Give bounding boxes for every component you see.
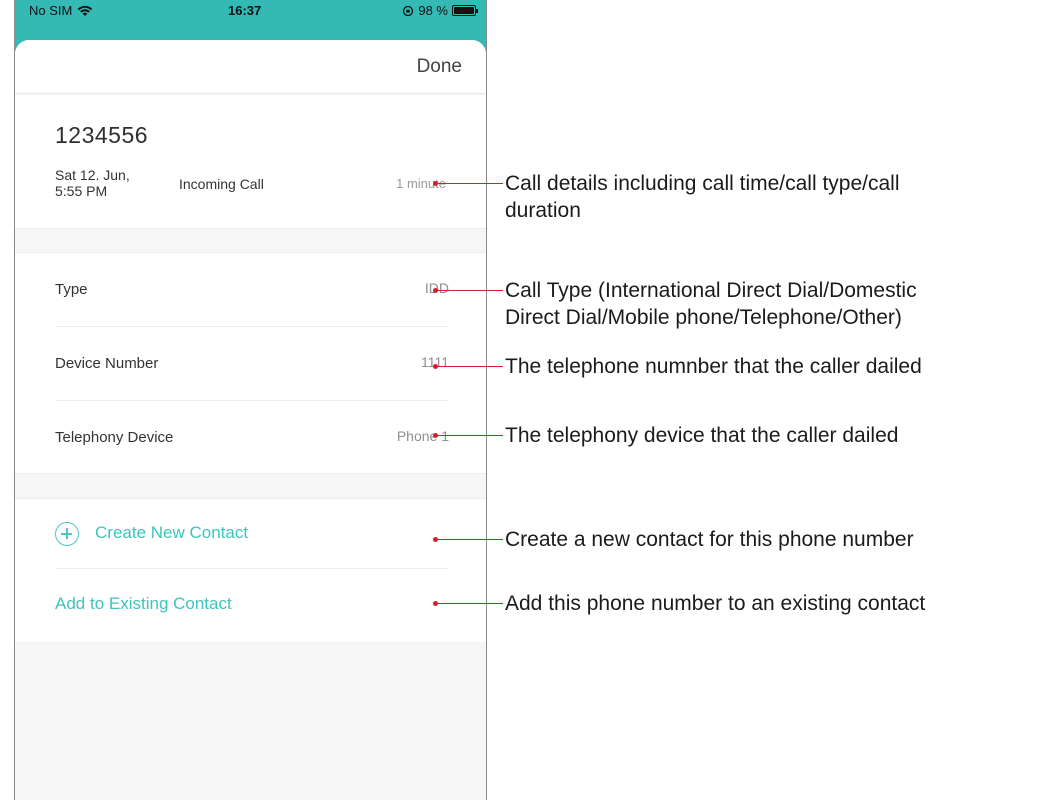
status-left: No SIM: [29, 3, 93, 18]
annotation-leader-line: [437, 290, 503, 291]
call-direction: Incoming Call: [179, 176, 264, 192]
annotation-call-type: Call Type (International Direct Dial/Dom…: [505, 277, 1045, 331]
annotation-leader-line: [437, 539, 503, 540]
detail-row-type: Type IDD: [55, 253, 449, 327]
annotation-leader-line: [437, 183, 503, 184]
create-new-contact-label: Create New Contact: [95, 523, 249, 542]
sheet-header: Done: [15, 40, 486, 94]
wifi-icon: [78, 5, 93, 16]
detail-label: Type: [55, 281, 88, 298]
add-to-existing-contact-button[interactable]: Add to Existing Contact: [55, 570, 449, 640]
battery-percent: 98 %: [418, 3, 448, 18]
call-details-list: Type IDD Device Number 1111 Telephony De…: [15, 252, 486, 474]
annotation-text: duration: [505, 199, 581, 222]
battery-icon: [452, 5, 478, 16]
annotation-leader-line: [437, 366, 503, 367]
annotation-call-details: Call details including call time/call ty…: [505, 170, 1045, 224]
annotation-device-number: The telephone numnber that the caller da…: [505, 355, 922, 378]
battery-level: [454, 7, 474, 14]
call-summary: 1234556 Sat 12. Jun, 5:55 PM Incoming Ca…: [15, 95, 486, 229]
detail-label: Telephony Device: [55, 429, 174, 446]
status-bar: No SIM 16:37 98 %: [15, 0, 486, 40]
annotation-text: Direct Dial/Mobile phone/Telephone/Other…: [505, 306, 902, 329]
detail-row-telephony-device: Telephony Device Phone 1: [55, 401, 449, 475]
annotation-add-contact: Add this phone number to an existing con…: [505, 592, 926, 615]
detail-row-device-number: Device Number 1111: [55, 327, 449, 401]
call-date-time: 5:55 PM: [55, 183, 108, 199]
status-right: 98 %: [402, 3, 478, 18]
add-to-existing-contact-label: Add to Existing Contact: [55, 594, 232, 613]
carrier-label: No SIM: [29, 3, 73, 18]
annotation-leader-line: [437, 435, 503, 436]
call-detail-sheet: Done 1234556 Sat 12. Jun, 5:55 PM Incomi…: [15, 40, 486, 800]
call-date: Sat 12. Jun, 5:55 PM: [55, 167, 165, 199]
done-button[interactable]: Done: [417, 56, 462, 78]
create-new-contact-button[interactable]: Create New Contact: [55, 499, 449, 569]
phone-screen: No SIM 16:37 98 % Done 1234556 Sat 12. J…: [14, 0, 487, 800]
add-circle-icon: [55, 522, 79, 546]
annotation-leader-line: [437, 603, 503, 604]
annotation-telephony-device: The telephony device that the caller dai…: [505, 424, 899, 447]
detail-value: Phone 1: [396, 428, 449, 444]
status-time: 16:37: [228, 3, 262, 18]
annotation-text: Call Type (International Direct Dial/Dom…: [505, 279, 917, 302]
detail-label: Device Number: [55, 355, 159, 372]
annotation-create-contact: Create a new contact for this phone numb…: [505, 528, 914, 551]
orientation-lock-icon: [403, 5, 414, 16]
annotation-text: Call details including call time/call ty…: [505, 172, 900, 195]
caller-number: 1234556: [55, 122, 149, 148]
contact-actions: Create New Contact Add to Existing Conta…: [15, 498, 486, 642]
call-date-day: Sat 12. Jun,: [55, 167, 130, 183]
